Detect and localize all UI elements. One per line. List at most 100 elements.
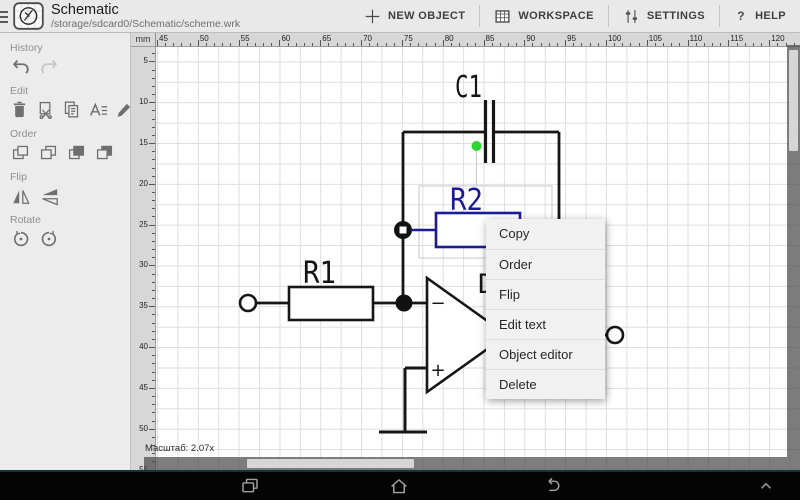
ruler-tick xyxy=(263,43,265,46)
menu-item-order[interactable]: Order xyxy=(486,249,605,279)
ruler-tick xyxy=(152,396,155,398)
ruler-tick-label: 80 xyxy=(444,34,454,43)
menu-item-copy[interactable]: Copy xyxy=(486,219,605,249)
ruler-tick xyxy=(769,40,771,46)
opamp-plus-label: + xyxy=(430,360,445,381)
ruler-tick xyxy=(344,43,346,46)
ruler-tick xyxy=(671,43,673,46)
ruler-tick-label: 15 xyxy=(139,138,148,148)
section-tools xyxy=(0,99,131,120)
schematic-drawing: C1 R2 R1 − + xyxy=(238,70,625,434)
collapse-button[interactable] xyxy=(758,478,774,494)
ruler-tick xyxy=(654,43,656,46)
section-label-order: Order xyxy=(10,128,37,140)
tool-send-backward-button[interactable] xyxy=(38,142,59,163)
vertical-scrollbar-handle[interactable] xyxy=(789,50,798,151)
ruler-tick xyxy=(295,43,297,46)
topbar-button-label: HELP xyxy=(755,10,786,22)
zoom-scale-label: Масштаб: 2.07x xyxy=(145,443,215,454)
ruler-tick xyxy=(152,69,155,71)
ruler-tick-label: 10 xyxy=(139,97,148,107)
workspace-button[interactable]: WORKSPACE xyxy=(480,0,608,32)
ruler-tick-label: 45 xyxy=(139,382,148,392)
ruler-tick xyxy=(336,43,338,46)
plus-icon xyxy=(364,8,381,25)
tool-bring-to-front-button[interactable] xyxy=(66,142,87,163)
ruler-tick-label: 110 xyxy=(689,34,703,43)
back-button[interactable] xyxy=(542,476,563,497)
ruler-tick xyxy=(181,43,183,46)
context-menu: Copy Order Flip Edit text Object editor Delet… xyxy=(486,219,605,399)
menu-handle-icon[interactable] xyxy=(0,0,11,33)
ruler-tick-label: 25 xyxy=(139,219,148,229)
ruler-tick xyxy=(434,43,436,46)
ruler-tick xyxy=(152,298,155,300)
ruler-tick xyxy=(149,143,155,145)
topbar-actions: NEW OBJECT WORKSPACE SETTINGS? HELP xyxy=(350,0,800,32)
ruler-tick xyxy=(459,43,461,46)
recent-apps-button[interactable] xyxy=(240,476,261,497)
ruler-tick xyxy=(540,43,542,46)
resistor-r2-label: R2 xyxy=(450,183,483,218)
vertical-scrollbar[interactable] xyxy=(787,45,800,457)
tool-copy-button[interactable] xyxy=(62,99,81,120)
tool-sidebar: History Edit Order Flip Rotate xyxy=(0,33,131,470)
ruler-tick xyxy=(630,43,632,46)
ruler-tick-label: 105 xyxy=(648,34,663,43)
menu-item-delete[interactable]: Delete xyxy=(486,369,605,399)
ruler-tick xyxy=(152,175,155,177)
menu-item-flip[interactable]: Flip xyxy=(486,279,605,309)
ruler-tick xyxy=(663,43,665,46)
ruler-tick xyxy=(393,43,395,46)
input-terminal[interactable] xyxy=(238,293,258,313)
question-icon: ? xyxy=(734,8,748,25)
tool-flip-horizontal-button[interactable] xyxy=(10,185,31,206)
tool-flip-vertical-button[interactable] xyxy=(38,185,59,206)
ruler-tick xyxy=(152,151,155,153)
help-button[interactable]: ? HELP xyxy=(720,0,800,32)
menu-item-object-editor[interactable]: Object editor xyxy=(486,339,605,369)
menu-item-edit-text[interactable]: Edit text xyxy=(486,309,605,339)
resistor-r1-label: R1 xyxy=(303,256,336,291)
ruler-tick-label: 45 xyxy=(159,34,168,43)
resistor-r1[interactable]: R1 xyxy=(238,256,375,322)
ruler-tick xyxy=(703,43,705,46)
ruler-tick xyxy=(197,40,199,46)
tool-rotate-cw-button[interactable] xyxy=(38,228,59,249)
ruler-tick xyxy=(152,249,155,251)
ruler-tick xyxy=(152,134,155,136)
tool-send-to-back-button[interactable] xyxy=(94,142,115,163)
ruler-tick xyxy=(695,43,697,46)
tool-rotate-ccw-button[interactable] xyxy=(10,228,31,249)
ruler-tick xyxy=(149,224,155,226)
tool-undo-button[interactable] xyxy=(10,56,31,77)
tool-redo-button[interactable] xyxy=(38,56,59,77)
tool-bring-forward-button[interactable] xyxy=(10,142,31,163)
horizontal-scrollbar[interactable] xyxy=(144,457,800,470)
rotate-handle-dot[interactable] xyxy=(471,141,482,151)
app-logo-icon[interactable] xyxy=(13,2,44,30)
ruler-tick xyxy=(328,43,330,46)
section-label-edit: Edit xyxy=(10,85,29,97)
edit-text-icon xyxy=(88,100,108,120)
tool-delete-button[interactable] xyxy=(10,99,29,120)
tool-cut-button[interactable] xyxy=(36,99,55,120)
ruler-tick-label: 40 xyxy=(139,342,148,352)
rotate-cw-icon xyxy=(39,229,59,249)
horizontal-scrollbar-handle[interactable] xyxy=(247,459,414,468)
home-button[interactable] xyxy=(389,476,410,497)
new-object-button[interactable]: NEW OBJECT xyxy=(350,0,479,32)
settings-button[interactable]: SETTINGS xyxy=(609,0,719,32)
ruler-tick xyxy=(152,404,155,406)
tool-edit-text-button[interactable] xyxy=(88,99,108,120)
ruler-tick-label: 85 xyxy=(485,34,495,43)
ruler-tick xyxy=(597,43,599,46)
ruler-tick-label: 55 xyxy=(240,34,250,43)
android-navigation-bar xyxy=(0,470,800,500)
output-terminal[interactable] xyxy=(605,325,625,345)
redo-icon xyxy=(39,57,59,77)
ruler-tick xyxy=(152,167,155,169)
schematic-canvas[interactable]: C1 R2 R1 − + mm 45 50 55 60 65 70 75 80 … xyxy=(131,33,800,470)
ruler-tick xyxy=(761,43,763,46)
bring-to-front-icon xyxy=(67,143,86,162)
